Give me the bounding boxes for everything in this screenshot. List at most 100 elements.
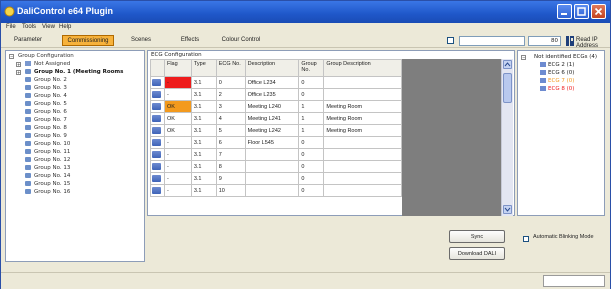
group-no-cell[interactable]: 1 [298, 100, 325, 113]
tree-root-label[interactable]: Group Configuration [18, 53, 74, 61]
type-cell[interactable]: 3.1 [190, 148, 217, 161]
menu-file[interactable]: File [6, 24, 16, 30]
menu-help[interactable]: Help [59, 24, 71, 30]
tree-item-group-16[interactable]: Group No. 16 [25, 189, 70, 197]
tree-item-group-11[interactable]: Group No. 11 [25, 149, 70, 157]
tree-expander-group-1[interactable]: + [16, 70, 21, 75]
tree-item-group-7[interactable]: Group No. 7 [25, 117, 67, 125]
group-description-cell[interactable] [323, 160, 402, 173]
ecg-no-cell[interactable]: 2 [215, 88, 246, 101]
description-cell[interactable]: Meeting L242 [244, 124, 300, 137]
scroll-thumb[interactable] [503, 73, 512, 103]
table-row[interactable]: -3.1 2 Office L235 0 [150, 88, 402, 101]
tree-item-group-9[interactable]: Group No. 9 [25, 133, 67, 141]
tree-item-group-13[interactable]: Group No. 13 [25, 165, 70, 173]
table-row[interactable]: -3.1 7 0 [150, 148, 402, 161]
menu-view[interactable]: View [42, 24, 55, 30]
flag-cell[interactable]: - [163, 172, 192, 185]
flag-cell[interactable]: OK [163, 112, 192, 125]
flag-cell[interactable]: - [163, 88, 192, 101]
group-no-cell[interactable]: 0 [298, 76, 325, 89]
type-cell[interactable]: 3.1 [190, 160, 217, 173]
ecg-no-cell[interactable]: 3 [215, 100, 246, 113]
table-row[interactable]: OK 3.1 5 Meeting L242 1 Meeting Room [150, 124, 402, 137]
description-cell[interactable]: Floor L545 [244, 136, 300, 149]
sync-button[interactable]: Sync [449, 230, 505, 243]
tree-item-not-assigned[interactable]: Not Assigned [25, 61, 70, 69]
group-no-cell[interactable]: 0 [298, 172, 325, 185]
toolbar-field[interactable] [459, 36, 525, 46]
tree-item-group-14[interactable]: Group No. 14 [25, 173, 70, 181]
tree-item-group-5[interactable]: Group No. 5 [25, 101, 67, 109]
minimize-button[interactable] [557, 4, 572, 19]
not-identified-ecg-item[interactable]: ECG 7 (0) [540, 78, 574, 84]
ecg-no-cell[interactable]: 10 [215, 184, 246, 197]
flag-cell[interactable]: - [163, 184, 192, 197]
column-header-group-no[interactable]: Group No. [298, 59, 325, 77]
group-no-cell[interactable]: 0 [298, 88, 325, 101]
group-description-cell[interactable]: Meeting Room [323, 112, 402, 125]
description-cell[interactable] [244, 172, 300, 185]
group-description-cell[interactable] [323, 136, 402, 149]
table-row[interactable]: -3.1 10 0 [150, 184, 402, 197]
group-no-cell[interactable]: 0 [298, 148, 325, 161]
group-description-cell[interactable] [323, 88, 402, 101]
toolbar-checkbox[interactable] [447, 37, 454, 44]
tab-effects[interactable]: Effects [173, 35, 207, 46]
table-row[interactable]: -3.1 8 0 [150, 160, 402, 173]
maximize-button[interactable] [574, 4, 589, 19]
menu-tools[interactable]: Tools [22, 24, 36, 30]
ecg-no-cell[interactable]: 7 [215, 148, 246, 161]
automatic-blinking-checkbox[interactable] [523, 236, 529, 242]
type-cell[interactable]: 3.1 [190, 124, 217, 137]
table-row[interactable]: -3.1 6 Floor L545 0 [150, 136, 402, 149]
description-cell[interactable] [244, 160, 300, 173]
description-cell[interactable]: Meeting L241 [244, 112, 300, 125]
not-identified-ecg-item[interactable]: ECG 2 (1) [540, 62, 574, 68]
not-identified-ecg-item[interactable]: ECG 8 (0) [540, 86, 574, 92]
tab-colour-control[interactable]: Colour Control [215, 35, 267, 46]
group-description-cell[interactable] [323, 76, 402, 89]
group-no-cell[interactable]: 1 [298, 124, 325, 137]
tree-item-group-1[interactable]: Group No. 1 (Meeting Rooms [25, 69, 123, 77]
ecg-no-cell[interactable]: 5 [215, 124, 246, 137]
group-description-cell[interactable] [323, 148, 402, 161]
table-row[interactable]: OK 3.1 3 Meeting L240 1 Meeting Room [150, 100, 402, 113]
not-identified-ecg-item[interactable]: ECG 6 (0) [540, 70, 574, 76]
ecg-no-cell[interactable]: 6 [215, 136, 246, 149]
tab-parameter[interactable]: Parameter [6, 35, 50, 46]
scroll-up-arrow[interactable] [503, 60, 512, 69]
group-description-cell[interactable] [323, 184, 402, 197]
ecg-no-cell[interactable]: 8 [215, 160, 246, 173]
column-header-description[interactable]: Description [244, 59, 300, 77]
tree-item-group-2[interactable]: Group No. 2 [25, 77, 67, 85]
flag-cell[interactable]: - [163, 136, 192, 149]
group-description-cell[interactable]: Meeting Room [323, 124, 402, 137]
column-header-group-description[interactable]: Group Description [323, 59, 402, 77]
description-cell[interactable]: Meeting L240 [244, 100, 300, 113]
download-dali-button[interactable]: Download DALI [449, 247, 505, 260]
tree-item-group-6[interactable]: Group No. 6 [25, 109, 67, 117]
tree-root-expander[interactable]: − [9, 54, 14, 59]
description-cell[interactable] [244, 148, 300, 161]
group-description-cell[interactable] [323, 172, 402, 185]
ecg-no-cell[interactable]: 9 [215, 172, 246, 185]
tab-commissioning[interactable]: Commissioning [62, 35, 114, 46]
group-no-cell[interactable]: 1 [298, 112, 325, 125]
group-no-cell[interactable]: 0 [298, 136, 325, 149]
group-description-cell[interactable]: Meeting Room [323, 100, 402, 113]
description-cell[interactable]: Office L234 [244, 76, 300, 89]
zoom-field[interactable]: 80 [528, 36, 561, 46]
tree-expander-not-assigned[interactable]: + [16, 62, 21, 67]
type-cell[interactable]: 3.1 [190, 112, 217, 125]
tab-scenes[interactable]: Scenes [124, 35, 158, 46]
not-identified-ecgs-label[interactable]: Not identified ECGs (4) [534, 54, 597, 60]
tree-item-group-10[interactable]: Group No. 10 [25, 141, 70, 149]
type-cell[interactable]: 3.1 [190, 136, 217, 149]
description-cell[interactable]: Office L235 [244, 88, 300, 101]
ecg-no-cell[interactable]: 0 [215, 76, 246, 89]
column-header-ecg-no[interactable]: ECG No. [215, 59, 246, 77]
column-header-flag[interactable]: Flag [163, 59, 192, 77]
type-cell[interactable]: 3.1 [190, 100, 217, 113]
table-row[interactable]: -3.1 0 Office L234 0 [150, 76, 402, 89]
